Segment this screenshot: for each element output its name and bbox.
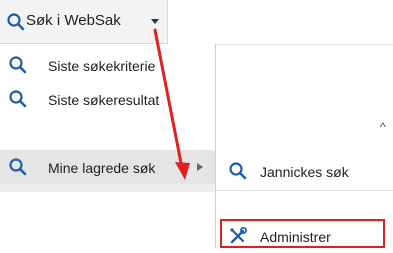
annotation-highlight-box: [220, 219, 385, 248]
menu-item-label: Mine lagrede søk: [48, 160, 156, 176]
submenu-item-label: Jannickes søk: [260, 164, 349, 180]
menu-item-siste-sokeresultat[interactable]: Siste søkeresultat: [0, 82, 215, 116]
caret-down-icon[interactable]: [150, 16, 160, 26]
menu-item-label: Siste søkeresultat: [48, 92, 160, 108]
search-icon: [9, 90, 27, 108]
menu-item-mine-lagrede-sok[interactable]: Mine lagrede søk: [0, 150, 215, 184]
search-icon: [7, 13, 25, 31]
search-icon: [9, 158, 27, 176]
submenu-separator: [216, 190, 393, 191]
search-icon: [229, 162, 247, 180]
submenu-item-jannickes-sok[interactable]: Jannickes søk: [216, 154, 393, 188]
submenu-arrow-icon: [197, 163, 203, 171]
menu-item-siste-sokekriterie[interactable]: Siste søkekriterie: [0, 48, 215, 82]
search-websak-label: Søk i WebSak: [26, 12, 121, 29]
dropdown-menu: Siste søkekriterie Siste søkeresultat Mi…: [0, 44, 216, 248]
chevron-up-icon[interactable]: ^: [380, 120, 386, 134]
menu-item-label: Siste søkekriterie: [48, 58, 156, 74]
search-websak-button[interactable]: Søk i WebSak: [0, 0, 168, 44]
search-icon: [9, 56, 27, 74]
